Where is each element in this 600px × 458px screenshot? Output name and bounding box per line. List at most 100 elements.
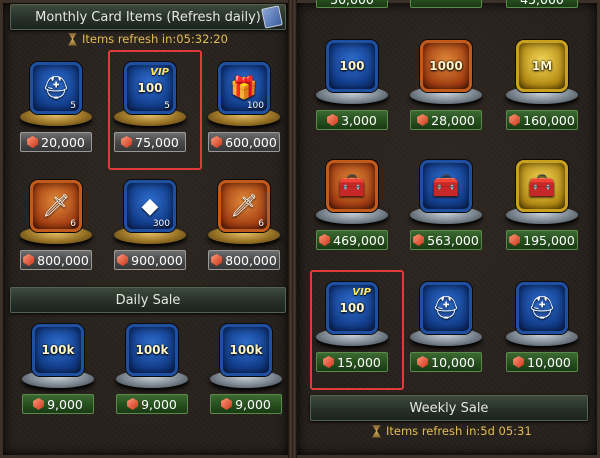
price-button[interactable]: 469,000 (316, 230, 388, 250)
price-button[interactable]: 800,000 (20, 250, 92, 270)
shop-item[interactable]: ⛑ 10,000 (502, 276, 582, 376)
shop-item[interactable]: 🧰 563,000 (406, 154, 486, 254)
shop-item[interactable]: 1000 28,000 (406, 34, 486, 134)
item-quantity: 5 (70, 101, 76, 111)
price-label: 10,000 (527, 354, 571, 370)
price-button[interactable]: 195,000 (506, 230, 578, 250)
grain-pack-icon[interactable]: 100k (32, 324, 84, 376)
price-button[interactable]: 160,000 (506, 110, 578, 130)
price-label: 563,000 (427, 232, 479, 248)
gem-icon (327, 114, 339, 126)
gem-icon (417, 356, 429, 368)
price-button[interactable]: 45,000 (506, 0, 578, 8)
shop-item[interactable]: 🗡 6 800,000 (204, 174, 284, 274)
item-amount-label: 100k (41, 343, 75, 357)
shop-item[interactable]: 100 3,000 (312, 34, 392, 134)
weekly-refresh-timer: Items refresh in:5d 05:31 (372, 424, 532, 438)
shop-item[interactable]: 100k 9,000 (18, 318, 98, 418)
card-icon (261, 5, 283, 29)
gold-coins-icon[interactable]: 1000 (420, 40, 472, 92)
shop-item[interactable]: ◆ 300 900,000 (110, 174, 190, 274)
shop-item[interactable]: 🧰 195,000 (502, 154, 582, 254)
item-amount-label: 1M (531, 59, 553, 73)
item-glyph: 🧰 (432, 173, 460, 199)
price-label: 9,000 (141, 396, 177, 412)
shop-item[interactable]: 100k 9,000 (112, 318, 192, 418)
price-label: 800,000 (225, 252, 277, 268)
price-label: 900,000 (131, 252, 183, 268)
shop-item[interactable]: ⛑ 10,000 (406, 276, 486, 376)
shop-item[interactable]: 100k 9,000 (206, 318, 286, 418)
monthly-refresh-timer: Items refresh in:05:32:20 (68, 32, 228, 46)
price-button[interactable]: 3,000 (316, 110, 388, 130)
price-label: 160,000 (523, 112, 575, 128)
price-button[interactable]: 900,000 (114, 250, 186, 270)
price-button[interactable]: 28,000 (410, 110, 482, 130)
vip-badge: VIP (150, 67, 169, 78)
gem-icon (413, 234, 425, 246)
item-glyph: ⛑ (528, 295, 556, 321)
gem-icon (127, 398, 139, 410)
item-glyph: 🗡 (42, 193, 70, 219)
hero-fragment-icon[interactable]: 🗡 6 (218, 180, 270, 232)
price-button[interactable]: 20,000 (20, 132, 92, 152)
item-quantity: 6 (70, 219, 76, 229)
daily-sale-banner: Daily Sale (10, 287, 286, 313)
gold-coins-icon[interactable]: 100 (326, 40, 378, 92)
price-button[interactable]: 600,000 (208, 132, 280, 152)
vip-badge: VIP (352, 287, 371, 298)
gold-treasure-icon[interactable]: 🧰 (516, 160, 568, 212)
blue-chest-icon[interactable]: 🧰 (420, 160, 472, 212)
price-label: 469,000 (333, 232, 385, 248)
lumber-pack-icon[interactable]: 100k (126, 324, 178, 376)
price-button[interactable]: 50,000 (316, 0, 388, 8)
shop-item[interactable]: 🗡 6 800,000 (16, 174, 96, 274)
treasure-chest-icon[interactable]: 🎁 100 (218, 62, 270, 114)
gem-icon (221, 398, 233, 410)
price-button[interactable]: 75,000 (114, 132, 186, 152)
hourglass-icon (372, 424, 381, 438)
shop-item[interactable]: ⛑ 5 20,000 (16, 56, 96, 156)
item-amount-label: 100 (137, 81, 163, 95)
price-button[interactable]: 10,000 (506, 352, 578, 372)
vip-book-icon[interactable]: 100 VIP (326, 282, 378, 334)
price-label: 75,000 (135, 134, 179, 150)
gem-icon (513, 356, 525, 368)
helmet-chest-icon[interactable]: ⛑ (516, 282, 568, 334)
price-button[interactable] (410, 0, 482, 8)
price-button[interactable]: 9,000 (210, 394, 282, 414)
shop-item[interactable]: 🎁 100 600,000 (204, 56, 284, 156)
green-chest-icon[interactable]: 🧰 (326, 160, 378, 212)
vip-book-icon[interactable]: 100 VIP 5 (124, 62, 176, 114)
price-button[interactable]: 563,000 (410, 230, 482, 250)
item-glyph: 🎁 (230, 75, 258, 101)
monthly-card-banner: Monthly Card Items (Refresh daily) (10, 4, 286, 30)
gold-chest-icon[interactable]: 1M (516, 40, 568, 92)
spartan-helmet-icon[interactable]: ⛑ (420, 282, 472, 334)
price-label: 15,000 (337, 354, 381, 370)
price-label: 45,000 (520, 0, 564, 7)
crystal-icon[interactable]: ◆ 300 (124, 180, 176, 232)
price-button[interactable]: 9,000 (22, 394, 94, 414)
price-button[interactable]: 10,000 (410, 352, 482, 372)
price-button[interactable]: 800,000 (208, 250, 280, 270)
shop-item[interactable]: 100 VIP 5 75,000 (110, 56, 190, 156)
gem-icon (211, 254, 223, 266)
shop-item[interactable]: 1M 160,000 (502, 34, 582, 134)
gem-icon (319, 234, 331, 246)
shop-item[interactable]: 100 VIP 15,000 (312, 276, 392, 376)
item-glyph: 🧰 (338, 173, 366, 199)
hero-fragment-icon[interactable]: 🗡 6 (30, 180, 82, 232)
price-label: 800,000 (37, 252, 89, 268)
price-button[interactable]: 9,000 (116, 394, 188, 414)
helmet-chest-icon[interactable]: ⛑ 5 (30, 62, 82, 114)
shop-item[interactable]: 🧰 469,000 (312, 154, 392, 254)
price-label: 3,000 (341, 112, 377, 128)
panel-divider (288, 0, 297, 458)
price-label: 600,000 (225, 134, 277, 150)
item-quantity: 6 (258, 219, 264, 229)
item-glyph: ⛑ (42, 75, 70, 101)
item-amount-label: 100k (135, 343, 169, 357)
price-button[interactable]: 15,000 (316, 352, 388, 372)
ore-pack-icon[interactable]: 100k (220, 324, 272, 376)
